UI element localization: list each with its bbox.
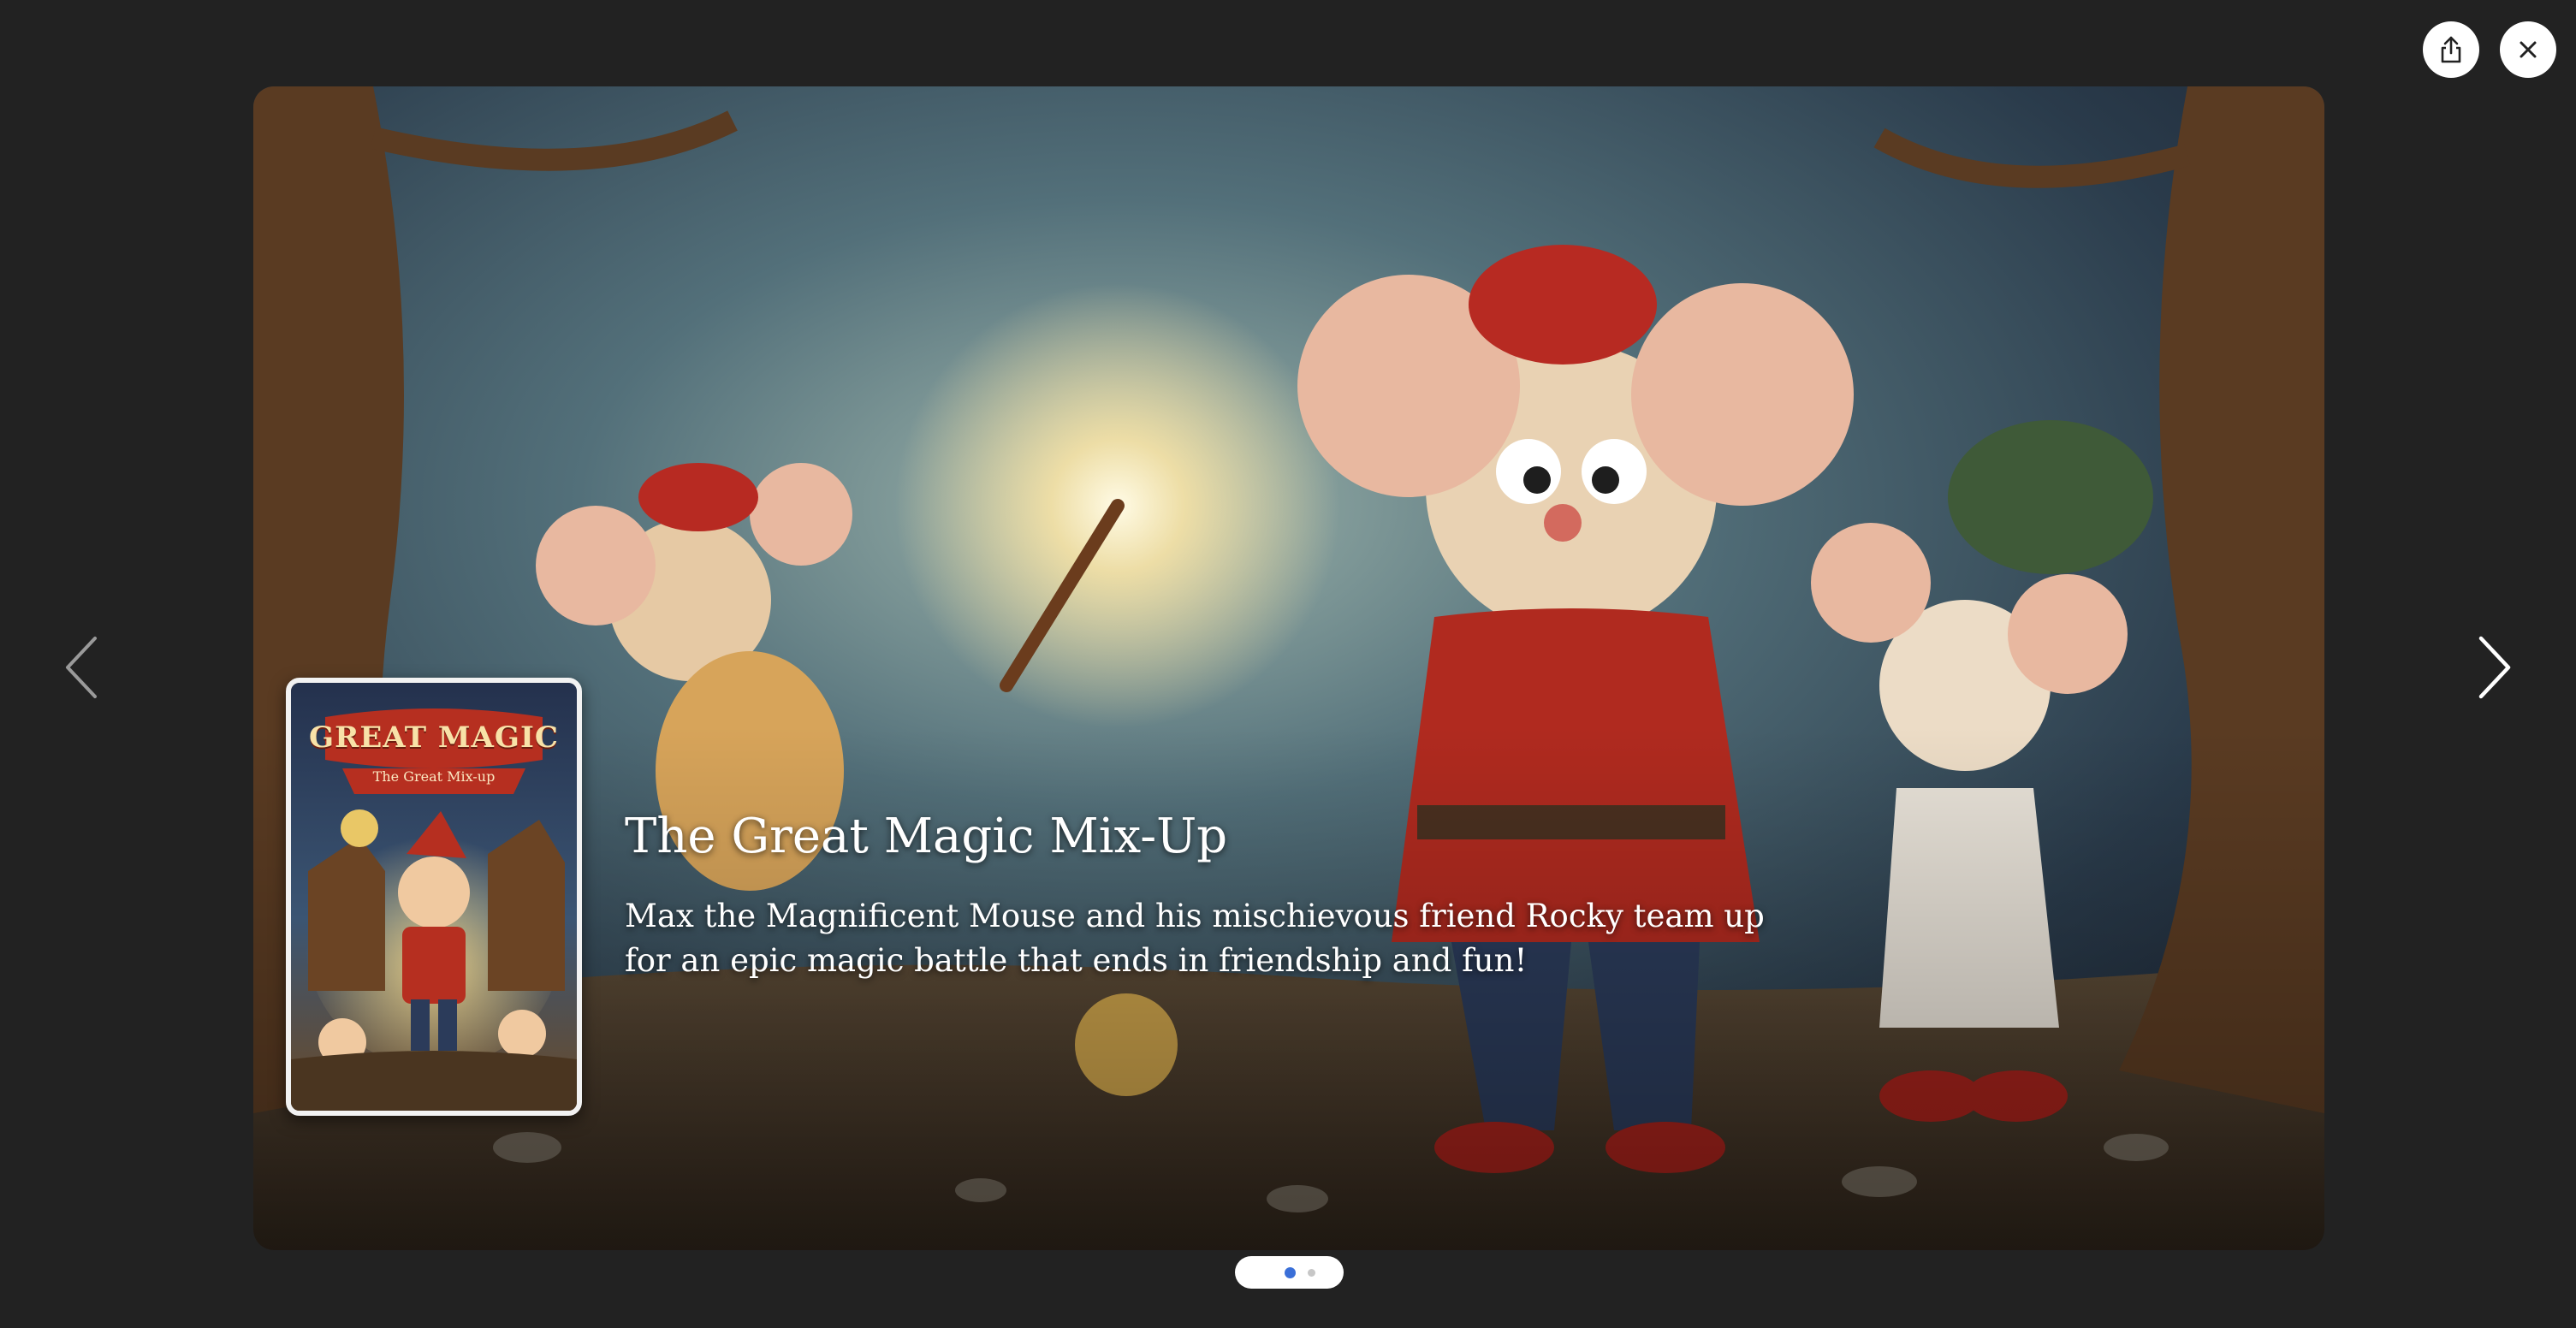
chevron-right-icon — [2478, 636, 2511, 699]
share-icon — [2441, 36, 2461, 63]
chevron-left-icon — [66, 637, 97, 698]
story-title: The Great Magic Mix-Up — [625, 809, 1228, 864]
book-cover-title: GREAT MAGIC — [309, 720, 559, 755]
pager-dot[interactable] — [1307, 1268, 1315, 1277]
pager-dot-active[interactable] — [1284, 1266, 1296, 1278]
share-button[interactable] — [2423, 21, 2479, 78]
book-cover-thumbnail[interactable]: GREAT MAGIC The Great Mix-up — [286, 678, 582, 1116]
close-icon — [2520, 41, 2537, 58]
previous-slide-button[interactable] — [51, 633, 111, 702]
book-cover-subtitle: The Great Mix-up — [372, 768, 496, 785]
image-viewer: GREAT MAGIC The Great Mix-up The Great M… — [0, 0, 2576, 1328]
story-description: Max the Magnificent Mouse and his mischi… — [625, 898, 1765, 979]
next-slide-button[interactable] — [2465, 633, 2525, 702]
slide-pager — [1235, 1256, 1344, 1289]
close-button[interactable] — [2500, 21, 2556, 78]
